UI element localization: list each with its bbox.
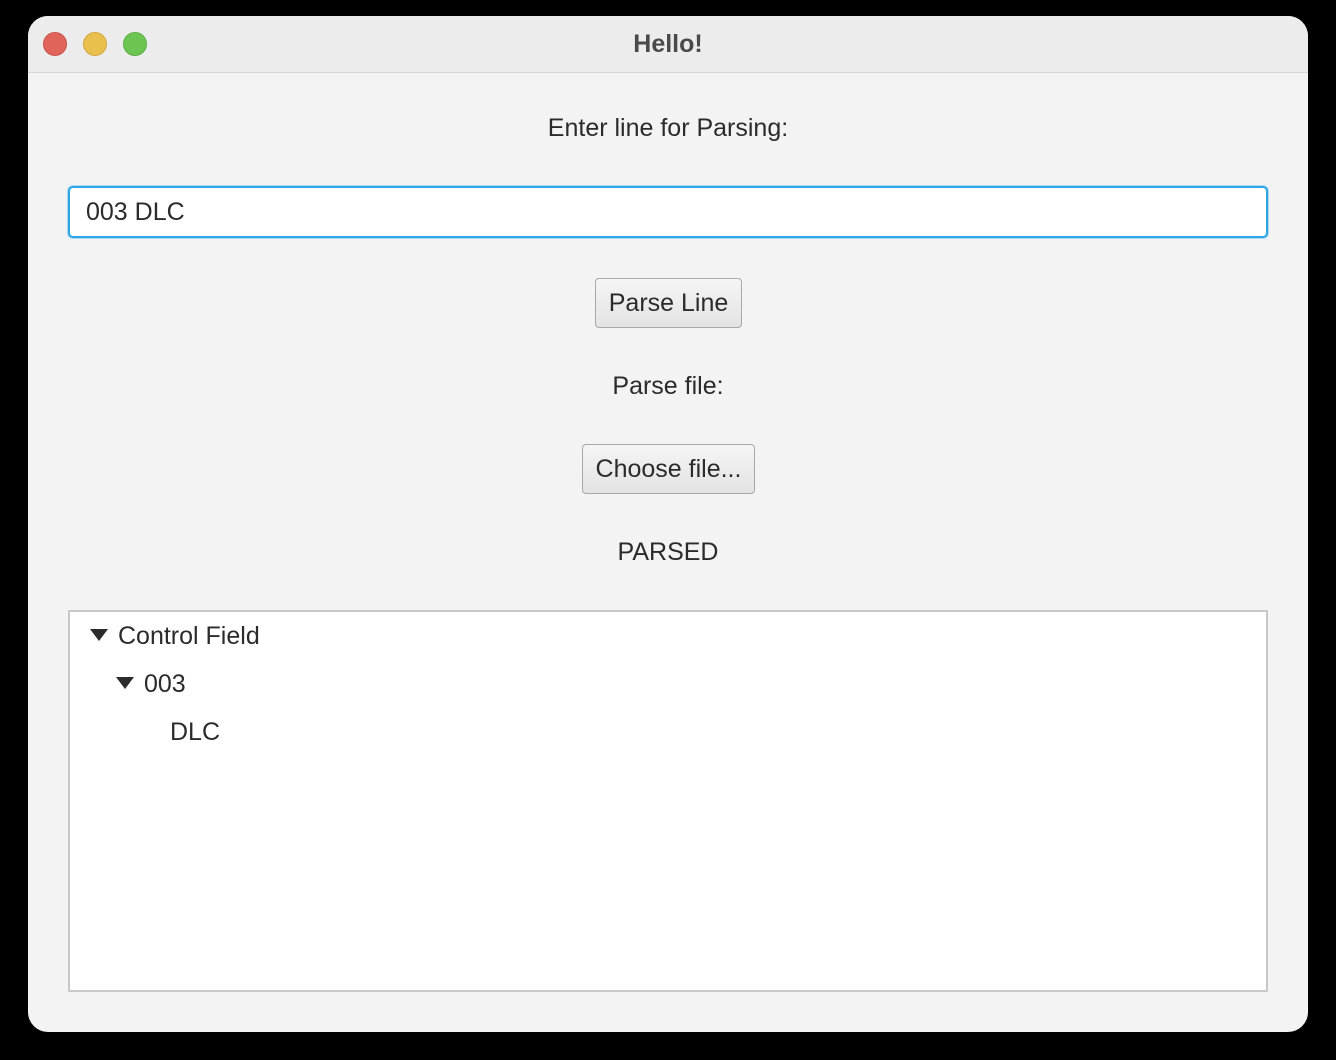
zoom-window-button[interactable]	[123, 32, 147, 56]
app-window: Hello! Enter line for Parsing: Parse Lin…	[28, 16, 1308, 1032]
choose-file-button[interactable]: Choose file...	[582, 444, 755, 494]
parse-tree-view[interactable]: Control Field 003 DLC	[68, 610, 1268, 992]
line-input-label: Enter line for Parsing:	[547, 114, 789, 142]
disclosure-expanded-icon[interactable]	[90, 629, 108, 642]
tree-item-label: 003	[144, 670, 186, 698]
window-title: Hello!	[633, 30, 703, 58]
tree-item-label: DLC	[170, 718, 221, 746]
status-label: PARSED	[617, 538, 719, 566]
tree-item-dlc[interactable]: DLC	[170, 708, 220, 756]
parse-file-label: Parse file:	[612, 372, 724, 400]
line-input[interactable]	[68, 186, 1268, 238]
disclosure-expanded-icon[interactable]	[116, 677, 134, 690]
title-bar[interactable]: Hello!	[28, 16, 1308, 73]
parse-line-button[interactable]: Parse Line	[595, 278, 742, 328]
close-window-button[interactable]	[43, 32, 67, 56]
tree-item-label: Control Field	[118, 622, 260, 650]
tree-item-003[interactable]: 003	[116, 660, 186, 708]
minimize-window-button[interactable]	[83, 32, 107, 56]
tree-item-control-field[interactable]: Control Field	[90, 612, 260, 660]
